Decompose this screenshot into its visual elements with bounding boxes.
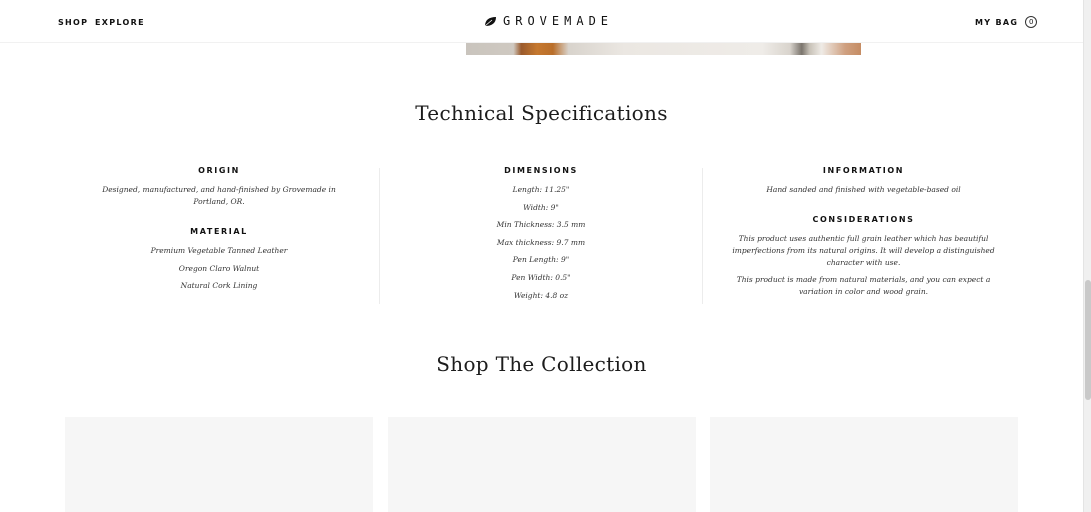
scrollbar-thumb[interactable] — [1085, 280, 1091, 400]
considerations-heading: CONSIDERATIONS — [812, 215, 915, 224]
material-item: Oregon Claro Walnut — [178, 263, 260, 273]
page-scrollbar[interactable] — [1083, 0, 1091, 512]
dimension-item: Min Thickness: 3.5 mm — [496, 220, 586, 230]
nav-shop-link[interactable]: SHOP — [58, 18, 88, 27]
logo-wordmark: GROVEMADE — [503, 14, 614, 28]
dimension-item: Length: 11.25" — [512, 185, 570, 194]
dimension-item: Pen Length: 9" — [512, 255, 570, 265]
dimension-item: Max thickness: 9.7 mm — [496, 237, 586, 247]
bag-count-badge: 0 — [1025, 16, 1038, 28]
spec-column-origin: ORIGIN Designed, manufactured, and hand-… — [84, 166, 354, 298]
dimension-item: Pen Width: 0.5" — [511, 272, 571, 282]
information-heading: INFORMATION — [822, 166, 905, 175]
dimension-item: Weight: 4.8 oz — [513, 290, 569, 300]
nav-explore-link[interactable]: EXPLORE — [95, 18, 145, 27]
origin-text: Designed, manufactured, and hand-finishe… — [102, 185, 336, 206]
shop-the-collection-title: Shop The Collection — [436, 352, 647, 376]
origin-heading: ORIGIN — [198, 166, 240, 175]
product-hero-image — [466, 43, 861, 55]
technical-specifications-title: Technical Specifications — [415, 101, 668, 125]
considerations-text: This product is made from natural materi… — [736, 275, 991, 296]
dimensions-heading: DIMENSIONS — [504, 166, 578, 175]
information-text: Hand sanded and finished with vegetable-… — [766, 185, 961, 194]
column-divider — [379, 168, 380, 304]
material-item: Natural Cork Lining — [180, 281, 258, 291]
site-header: SHOP EXPLORE GROVEMADE MY BAG 0 — [0, 0, 1083, 43]
spec-column-dimensions: DIMENSIONS Length: 11.25" Width: 9" Min … — [420, 166, 662, 307]
leaf-logo-icon — [484, 16, 496, 26]
product-card[interactable] — [710, 417, 1018, 512]
grovemade-logo[interactable]: GROVEMADE — [484, 14, 613, 28]
considerations-text: This product uses authentic full grain l… — [732, 234, 995, 267]
spec-column-information: INFORMATION Hand sanded and finished wit… — [730, 166, 997, 298]
material-item: Premium Vegetable Tanned Leather — [150, 246, 288, 255]
my-bag-label: MY BAG — [975, 17, 1019, 27]
my-bag-button[interactable]: MY BAG 0 — [975, 16, 1038, 28]
material-heading: MATERIAL — [190, 227, 248, 236]
column-divider — [702, 168, 703, 304]
dimension-item: Width: 9" — [523, 202, 559, 212]
product-card[interactable] — [65, 417, 373, 512]
product-card[interactable] — [388, 417, 696, 512]
